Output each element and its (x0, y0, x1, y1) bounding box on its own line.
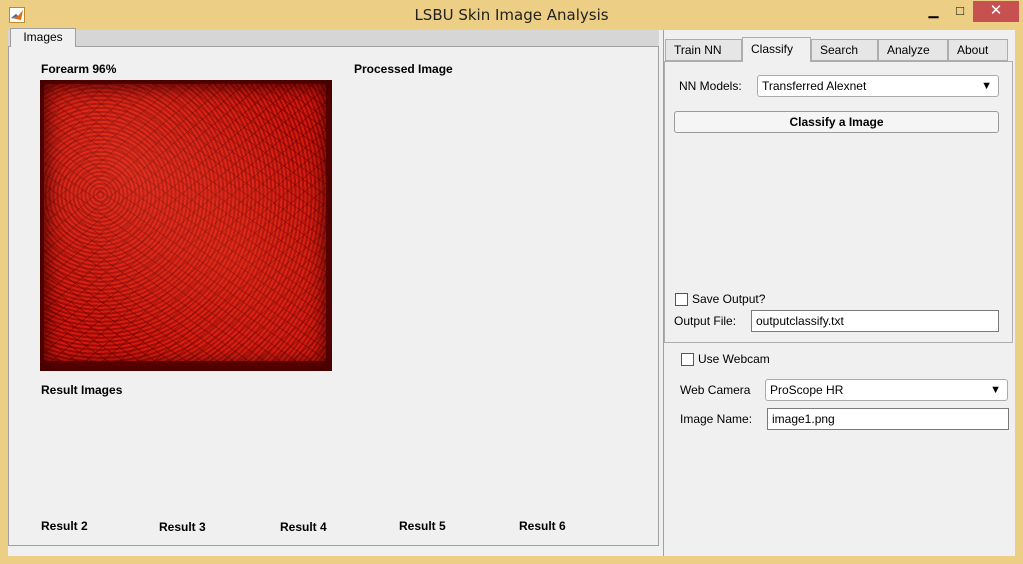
chevron-down-icon: ▼ (981, 80, 992, 92)
images-tabstrip: Images (8, 28, 659, 48)
result-4-label: Result 4 (280, 520, 327, 534)
tab-images[interactable]: Images (10, 28, 76, 48)
images-tab-panel: Images Forearm 96% Processed Image Resul… (8, 28, 659, 546)
result-images-label: Result Images (41, 383, 123, 397)
result-6-label: Result 6 (519, 519, 566, 533)
save-output-label: Save Output? (692, 292, 766, 306)
maximize-button[interactable]: □ (947, 1, 973, 22)
controls-tabstrip: Train NN Classify Search Analyze About (664, 37, 1013, 62)
tab-about[interactable]: About (948, 39, 1008, 61)
tab-search[interactable]: Search (811, 39, 878, 61)
tab-analyze[interactable]: Analyze (878, 39, 948, 61)
result-5-label: Result 5 (399, 519, 446, 533)
client-area: Images Forearm 96% Processed Image Resul… (8, 28, 1015, 556)
chevron-down-icon: ▼ (990, 384, 1001, 396)
use-webcam-label: Use Webcam (698, 352, 770, 366)
classify-image-button[interactable]: Classify a Image (674, 111, 999, 133)
title-bar: LSBU Skin Image Analysis ▁ □ ✕ (0, 0, 1023, 30)
output-file-label: Output File: (674, 314, 737, 328)
close-button[interactable]: ✕ (973, 1, 1019, 22)
result-2-label: Result 2 (41, 519, 88, 533)
nn-models-label: NN Models: (679, 79, 742, 93)
original-image-label: Forearm 96% (41, 62, 117, 76)
classify-tab-body: NN Models: Transferred Alexnet ▼ Classif… (664, 61, 1013, 343)
tab-classify[interactable]: Classify (742, 37, 811, 62)
use-webcam-checkbox[interactable] (681, 353, 694, 366)
skin-image-vignette (40, 80, 332, 371)
app-window: LSBU Skin Image Analysis ▁ □ ✕ Images Fo… (0, 0, 1023, 564)
result-3-label: Result 3 (159, 520, 206, 534)
web-camera-label: Web Camera (680, 383, 751, 397)
web-camera-value: ProScope HR (770, 383, 844, 397)
nn-models-value: Transferred Alexnet (762, 79, 867, 93)
nn-models-select[interactable]: Transferred Alexnet ▼ (757, 75, 999, 97)
window-title: LSBU Skin Image Analysis (414, 6, 609, 24)
controls-panel: Train NN Classify Search Analyze About N… (663, 30, 1015, 556)
output-file-field[interactable]: outputclassify.txt (751, 310, 999, 332)
minimize-button[interactable]: ▁ (920, 1, 947, 22)
save-output-checkbox[interactable] (675, 293, 688, 306)
image-name-field[interactable]: image1.png (767, 408, 1009, 430)
skin-image (40, 80, 332, 371)
processed-image-label: Processed Image (354, 62, 453, 76)
tab-train-nn[interactable]: Train NN (665, 39, 742, 61)
web-camera-select[interactable]: ProScope HR ▼ (765, 379, 1008, 401)
image-name-label: Image Name: (680, 412, 753, 426)
